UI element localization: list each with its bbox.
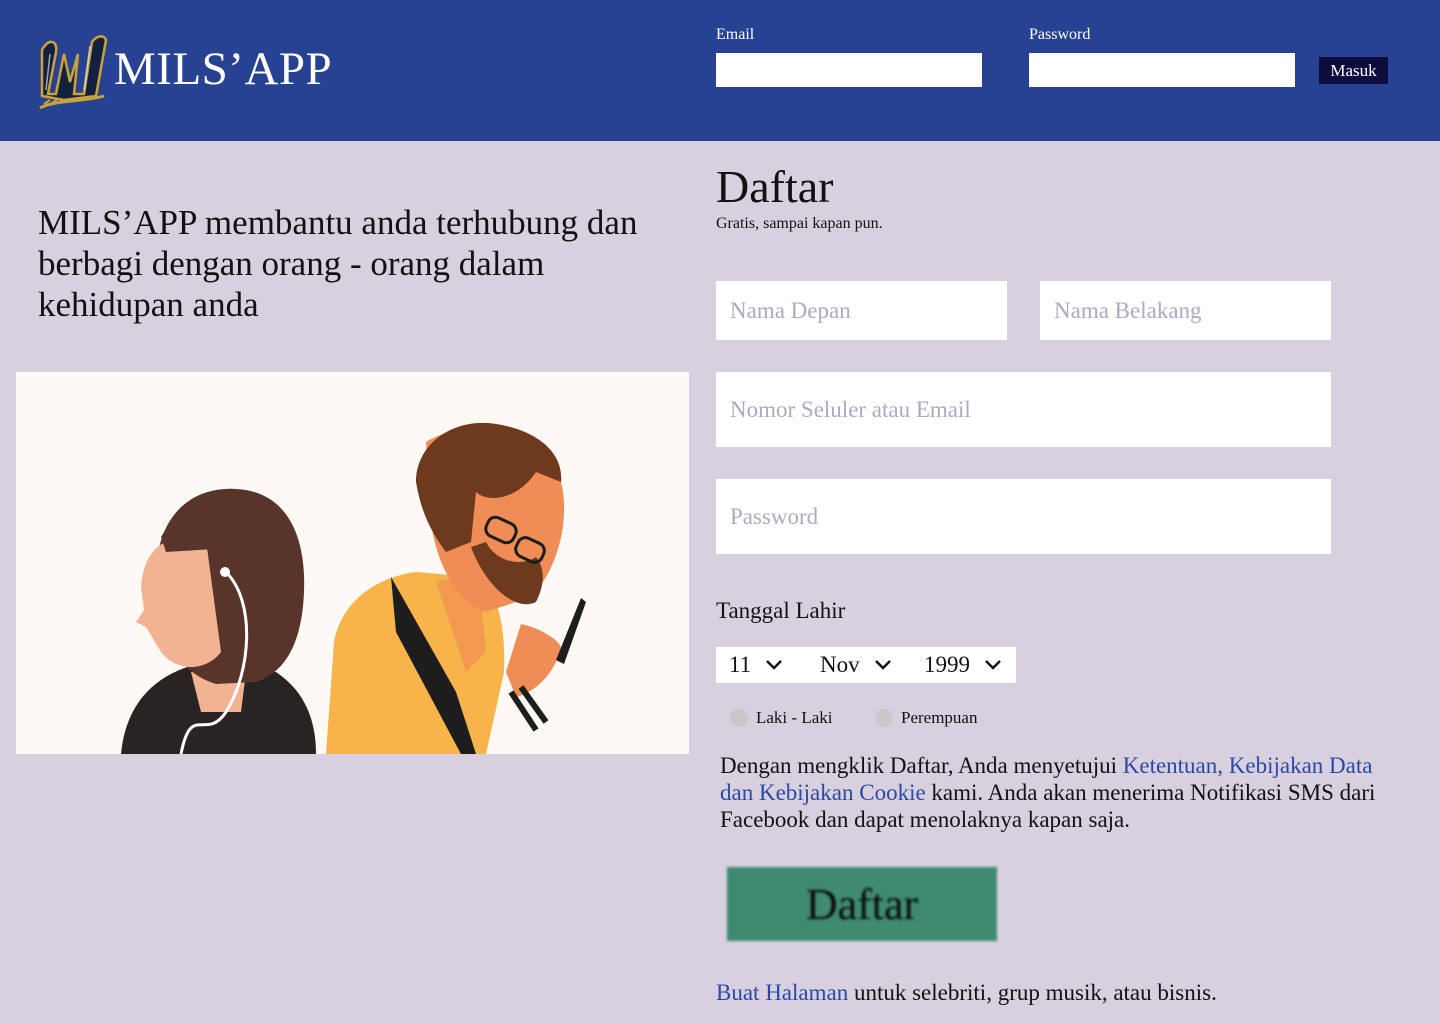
login-email-input[interactable] [716, 53, 982, 87]
password-label: Password [1029, 26, 1091, 43]
dob-year-select[interactable]: 1999 [924, 647, 1002, 683]
register-submit-button[interactable]: Daftar [727, 867, 997, 941]
create-page-link[interactable]: Buat Halaman [716, 980, 848, 1005]
terms-prefix: Dengan mengklik Daftar, Anda menyetujui [720, 753, 1123, 778]
create-page-text: untuk selebriti, grup musik, atau bisnis… [848, 980, 1217, 1005]
dob-selector: 11 Nov 1999 [716, 647, 1016, 683]
dob-label: Tanggal Lahir [716, 598, 846, 623]
register-subtitle: Gratis, sampai kapan pun. [716, 215, 883, 232]
brewers-m-logo-icon [39, 35, 108, 110]
terms-text: Dengan mengklik Daftar, Anda menyetujui … [720, 752, 1400, 833]
dob-day-select[interactable]: 11 [729, 647, 783, 683]
email-label: Email [716, 26, 755, 43]
dob-year-value: 1999 [924, 652, 970, 677]
chevron-down-icon [874, 660, 891, 670]
gender-male-option[interactable]: Laki - Laki [730, 708, 832, 728]
gender-male-label: Laki - Laki [756, 708, 833, 727]
top-header: MILS’APP Email Password Masuk [0, 0, 1440, 141]
gender-female-option[interactable]: Perempuan [875, 708, 977, 728]
login-password-input[interactable] [1029, 53, 1295, 87]
register-title: Daftar [716, 161, 834, 212]
radio-icon[interactable] [875, 709, 893, 727]
contact-input[interactable] [716, 372, 1331, 447]
dob-day-value: 11 [729, 652, 752, 677]
create-page-line: Buat Halaman untuk selebriti, grup musik… [716, 980, 1217, 1006]
register-password-input[interactable] [716, 479, 1331, 554]
gender-female-label: Perempuan [901, 708, 978, 727]
chevron-down-icon [985, 660, 1001, 670]
hero-illustration [16, 372, 689, 754]
first-name-input[interactable] [716, 281, 1007, 340]
dob-month-select[interactable]: Nov [820, 647, 892, 683]
app-name: MILS’APP [114, 43, 333, 95]
dob-month-value: Nov [820, 652, 860, 677]
radio-icon[interactable] [730, 709, 748, 727]
last-name-input[interactable] [1040, 281, 1331, 340]
two-people-illustration-icon [121, 422, 586, 754]
tagline: MILS’APP membantu anda terhubung dan ber… [38, 203, 638, 324]
chevron-down-icon [766, 660, 783, 670]
login-button[interactable]: Masuk [1319, 57, 1388, 84]
